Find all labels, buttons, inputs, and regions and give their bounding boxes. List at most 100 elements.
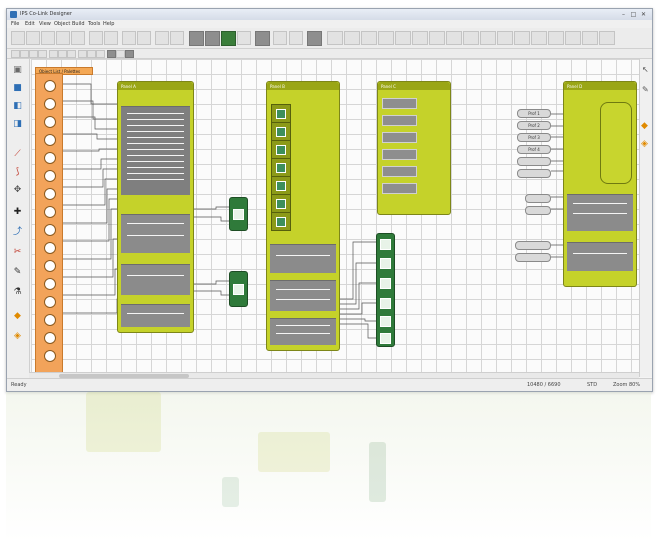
- profile-button-6[interactable]: [517, 169, 551, 178]
- signal-node-icon[interactable]: [44, 152, 56, 164]
- maximize-button[interactable]: □: [629, 11, 638, 18]
- green-output-node-group[interactable]: [376, 233, 395, 347]
- align-bottom-button[interactable]: [71, 31, 85, 45]
- io-6-button[interactable]: [412, 31, 428, 45]
- select-tool-icon[interactable]: ▣: [12, 65, 23, 76]
- signal-node-icon[interactable]: [44, 98, 56, 110]
- merge-tool-icon[interactable]: ◨: [12, 119, 23, 130]
- grid-icon[interactable]: [107, 50, 116, 58]
- compile-button[interactable]: [255, 31, 270, 46]
- signal-node-icon[interactable]: [44, 116, 56, 128]
- layer-button[interactable]: [237, 31, 251, 45]
- monitor-button[interactable]: [307, 31, 322, 46]
- function-panel-b[interactable]: Panel B: [266, 81, 340, 351]
- align-top-button[interactable]: [56, 31, 70, 45]
- io-17-button[interactable]: [599, 31, 615, 45]
- channel-icon[interactable]: [271, 104, 291, 123]
- channel-icon[interactable]: [271, 140, 291, 159]
- block-tool-icon[interactable]: ■: [12, 83, 23, 94]
- channel-icon[interactable]: [271, 176, 291, 195]
- warning-tool-icon[interactable]: ◆: [12, 311, 23, 322]
- zoom-in-icon[interactable]: [49, 50, 58, 58]
- bend-tool-icon[interactable]: ⟆: [12, 167, 23, 178]
- split-tool-icon[interactable]: ◧: [12, 101, 23, 112]
- save-icon[interactable]: [29, 50, 38, 58]
- zoom-out-icon[interactable]: [58, 50, 67, 58]
- menu-file[interactable]: File: [11, 21, 19, 27]
- distribute-h-button[interactable]: [89, 31, 103, 45]
- panel-c-button-1[interactable]: [382, 98, 417, 109]
- panel-c-button-6[interactable]: [382, 183, 417, 194]
- io-7-button[interactable]: [429, 31, 445, 45]
- channel-icon[interactable]: [271, 212, 291, 231]
- io-9-button[interactable]: [463, 31, 479, 45]
- alert-icon[interactable]: ◈: [641, 139, 651, 149]
- profile-button-5[interactable]: [517, 157, 551, 166]
- panel-c-button-3[interactable]: [382, 132, 417, 143]
- channel-icon[interactable]: [271, 122, 291, 141]
- input-pill-2[interactable]: [525, 206, 551, 215]
- function-panel-a[interactable]: Panel A: [117, 81, 194, 333]
- same-height-button[interactable]: [137, 31, 151, 45]
- input-pill-4[interactable]: [515, 253, 551, 262]
- signal-node-icon[interactable]: [44, 260, 56, 272]
- signal-node-icon[interactable]: [44, 332, 56, 344]
- signal-node-icon[interactable]: [44, 224, 56, 236]
- io-5-button[interactable]: [395, 31, 411, 45]
- io-16-button[interactable]: [582, 31, 598, 45]
- distribute-v-button[interactable]: [104, 31, 118, 45]
- align-left-button[interactable]: [11, 31, 25, 45]
- io-2-button[interactable]: [344, 31, 360, 45]
- menu-build[interactable]: Build: [72, 21, 85, 27]
- menu-view[interactable]: View: [39, 21, 51, 27]
- menu-object[interactable]: Object: [54, 21, 70, 27]
- signal-node-icon[interactable]: [44, 206, 56, 218]
- flask-tool-icon[interactable]: ⚗: [12, 287, 23, 298]
- ungroup-button[interactable]: [170, 31, 184, 45]
- route-tool-icon[interactable]: ⤴: [12, 227, 23, 238]
- io-15-button[interactable]: [565, 31, 581, 45]
- profile-button-2[interactable]: Prof 2: [517, 121, 551, 130]
- signal-node-icon[interactable]: [44, 278, 56, 290]
- new-icon[interactable]: [11, 50, 20, 58]
- signal-node-icon[interactable]: [44, 350, 56, 362]
- pointer-tool-icon[interactable]: ↖: [642, 65, 650, 74]
- pin-tool-icon[interactable]: ✚: [12, 207, 23, 218]
- signal-node-icon[interactable]: [44, 170, 56, 182]
- print-icon[interactable]: [38, 50, 47, 58]
- paste-icon[interactable]: [96, 50, 105, 58]
- connect-button[interactable]: [221, 31, 236, 46]
- same-width-button[interactable]: [122, 31, 136, 45]
- signal-node-icon[interactable]: [44, 296, 56, 308]
- channel-icon[interactable]: [271, 194, 291, 213]
- io-12-button[interactable]: [514, 31, 530, 45]
- input-pill-1[interactable]: [525, 194, 551, 203]
- signal-node-icon[interactable]: [44, 134, 56, 146]
- close-button[interactable]: ✕: [639, 11, 648, 18]
- diamond-tool-icon[interactable]: ◈: [12, 331, 23, 342]
- profile-button-4[interactable]: Prof 4: [517, 145, 551, 154]
- delete-tool-icon[interactable]: ✂: [12, 247, 23, 258]
- warning-icon[interactable]: ◆: [641, 121, 651, 131]
- function-panel-d[interactable]: Panel D: [563, 81, 637, 287]
- copy-icon[interactable]: [87, 50, 96, 58]
- io-11-button[interactable]: [497, 31, 513, 45]
- fit-icon[interactable]: [67, 50, 76, 58]
- panel-c-button-4[interactable]: [382, 149, 417, 160]
- group-button[interactable]: [155, 31, 169, 45]
- open-icon[interactable]: [20, 50, 29, 58]
- signal-node-icon[interactable]: [44, 314, 56, 326]
- properties-icon[interactable]: [125, 50, 134, 58]
- profile-button-1[interactable]: Prof 1: [517, 109, 551, 118]
- signal-node-icon[interactable]: [44, 80, 56, 92]
- vertical-scrollbar[interactable]: ↖ ✎ ◆ ◈: [639, 59, 652, 377]
- minimize-button[interactable]: –: [619, 11, 628, 18]
- menu-tools[interactable]: Tools: [88, 21, 100, 27]
- profile-button-3[interactable]: Prof 3: [517, 133, 551, 142]
- green-function-node-1[interactable]: [229, 197, 248, 231]
- signal-node-icon[interactable]: [44, 188, 56, 200]
- io-8-button[interactable]: [446, 31, 462, 45]
- io-3-button[interactable]: [361, 31, 377, 45]
- run-button[interactable]: [189, 31, 204, 46]
- io-10-button[interactable]: [480, 31, 496, 45]
